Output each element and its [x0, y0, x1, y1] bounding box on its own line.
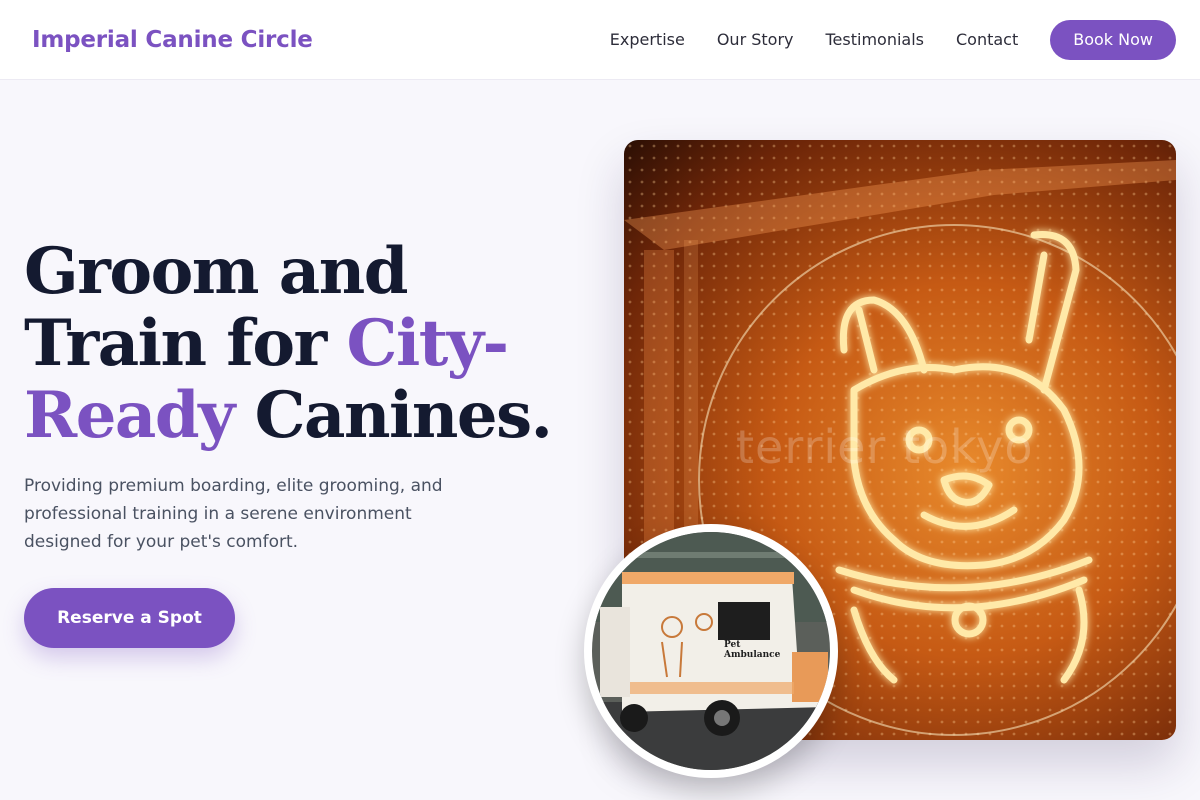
van-sign-line2: Ambulance: [724, 650, 781, 660]
nav-link-expertise[interactable]: Expertise: [610, 30, 685, 49]
van-sign: Pet Ambulance: [724, 640, 780, 660]
pet-ambulance-photo: Pet Ambulance: [584, 524, 838, 778]
hero-title-end: Canines.: [233, 378, 553, 453]
nav-menu: Expertise Our Story Testimonials Contact…: [610, 19, 1176, 60]
hero-title-accent: City-: [346, 306, 510, 381]
hero-title: Groom and Train for City- Ready Canines.: [24, 236, 584, 452]
hero-title-accent-2: Ready: [24, 378, 235, 453]
reserve-spot-button[interactable]: Reserve a Spot: [24, 588, 235, 648]
hero-title-line1: Groom and: [24, 234, 409, 309]
hero-subtitle: Providing premium boarding, elite groomi…: [24, 476, 443, 552]
nav-link-our-story[interactable]: Our Story: [717, 30, 794, 49]
pet-ambulance-illustration: [592, 532, 830, 770]
nav-link-contact[interactable]: Contact: [956, 30, 1018, 49]
book-now-button[interactable]: Book Now: [1050, 19, 1176, 60]
van-sign-line1: Pet: [724, 640, 741, 650]
site-header: Imperial Canine Circle Expertise Our Sto…: [0, 0, 1200, 80]
nav-link-testimonials[interactable]: Testimonials: [826, 30, 925, 49]
image-watermark: terrier tokyo: [736, 420, 1034, 474]
brand-logo[interactable]: Imperial Canine Circle: [32, 27, 313, 53]
hero-title-line2: Train for: [24, 306, 347, 381]
